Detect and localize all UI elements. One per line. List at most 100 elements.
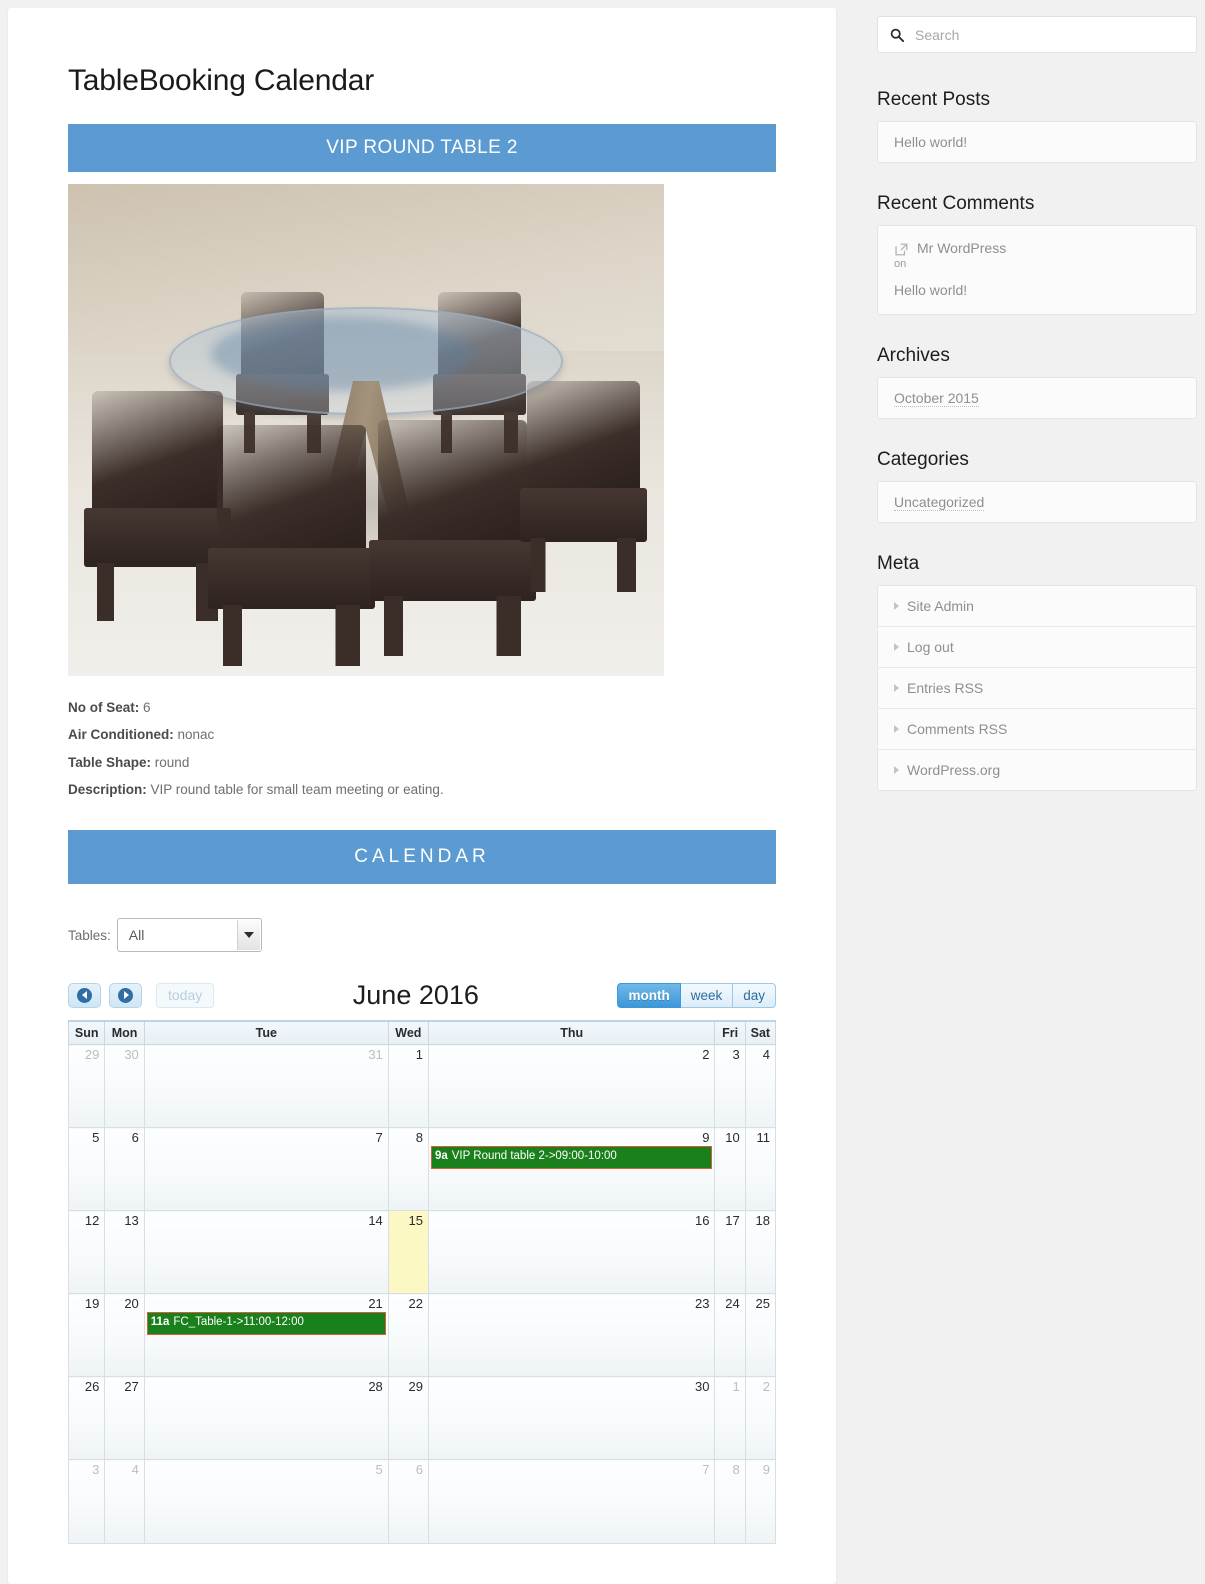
calendar-day-cell[interactable]: 18 xyxy=(744,1210,777,1294)
calendar-day-number: 10 xyxy=(725,1130,740,1145)
calendar-day-cell[interactable]: 7 xyxy=(143,1127,389,1211)
calendar-day-cell[interactable]: 3 xyxy=(714,1044,746,1128)
calendar-next-button[interactable] xyxy=(109,982,142,1008)
widget-title-categories: Categories xyxy=(877,449,969,470)
calendar-day-number: 31 xyxy=(368,1047,383,1062)
calendar-day-number: 6 xyxy=(415,1462,423,1477)
calendar-day-cell[interactable]: 2 xyxy=(427,1044,716,1128)
calendar-band: CALENDAR xyxy=(68,830,776,884)
calendar-day-cell[interactable]: 31 xyxy=(143,1044,389,1128)
calendar-day-cell[interactable]: 3 xyxy=(67,1459,106,1544)
calendar-view-month[interactable]: month xyxy=(617,982,681,1008)
archive-item[interactable]: October 2015 xyxy=(878,378,1196,418)
calendar-day-cell[interactable]: 6 xyxy=(104,1127,145,1211)
search-input[interactable] xyxy=(913,25,1184,44)
calendar-day-number: 16 xyxy=(695,1213,710,1228)
calendar-week-row: 5 6 7 8 9 9a VIP Round table 2->09:00-10:00 10 1… xyxy=(67,1127,777,1211)
calendar-toolbar: today June 2016 month week day xyxy=(68,978,776,1012)
calendar-day-number: 21 xyxy=(368,1296,383,1311)
calendar-day-cell[interactable]: 16 xyxy=(427,1210,716,1294)
meta-item-comments-rss[interactable]: Comments RSS xyxy=(878,709,1196,750)
calendar-day-cell[interactable]: 26 xyxy=(67,1376,106,1460)
calendar-day-cell[interactable]: 8 xyxy=(387,1127,429,1211)
calendar-day-cell[interactable]: 20 xyxy=(104,1293,145,1377)
calendar-day-number: 12 xyxy=(84,1213,100,1228)
calendar-day-cell[interactable]: 6 xyxy=(387,1459,429,1544)
calendar-day-cell[interactable]: 12 xyxy=(67,1210,106,1294)
calendar-day-cell[interactable]: 21 11a FC_Table-1->11:00-12:00 xyxy=(143,1293,389,1377)
comment-post-link[interactable]: Hello world! xyxy=(894,282,1180,298)
chevron-down-icon[interactable] xyxy=(236,920,260,950)
widget-archives: October 2015 xyxy=(877,377,1197,419)
calendar-day-cell[interactable]: 5 xyxy=(143,1459,389,1544)
page-root: TableBooking Calendar VIP ROUND TABLE 2 … xyxy=(0,0,1205,1584)
calendar-day-number: 11 xyxy=(756,1130,771,1145)
calendar-day-cell[interactable]: 5 xyxy=(67,1127,106,1211)
category-item[interactable]: Uncategorized xyxy=(878,482,1196,522)
calendar-day-cell[interactable]: 22 xyxy=(387,1293,429,1377)
calendar-event[interactable]: 11a FC_Table-1->11:00-12:00 xyxy=(146,1312,386,1335)
chevron-left-icon xyxy=(77,987,92,1003)
table-photo xyxy=(68,184,664,676)
calendar-day-cell[interactable]: 9 xyxy=(744,1459,777,1544)
calendar-day-cell[interactable]: 15 xyxy=(387,1210,429,1294)
calendar-today-button[interactable]: today xyxy=(156,982,215,1008)
calendar-event[interactable]: 9a VIP Round table 2->09:00-10:00 xyxy=(430,1146,713,1169)
calendar-view-switcher: month week day xyxy=(617,982,776,1008)
recent-comment-item: Mr WordPress on Hello world! xyxy=(878,226,1196,314)
calendar-day-cell[interactable]: 28 xyxy=(143,1376,389,1460)
calendar-title-wrap: June 2016 xyxy=(214,978,617,1012)
calendar-day-cell[interactable]: 25 xyxy=(744,1293,777,1377)
calendar-day-cell[interactable]: 30 xyxy=(427,1376,716,1460)
comment-on-label: on xyxy=(894,258,907,270)
calendar-view-week[interactable]: week xyxy=(680,982,734,1008)
calendar-day-cell[interactable]: 17 xyxy=(714,1210,746,1294)
calendar-day-cell[interactable]: 29 xyxy=(387,1376,429,1460)
meta-item-entries-rss[interactable]: Entries RSS xyxy=(878,668,1196,709)
calendar-day-cell[interactable]: 8 xyxy=(714,1459,746,1544)
calendar-prev-button[interactable] xyxy=(68,982,101,1008)
detail-label: Air Conditioned: xyxy=(68,727,174,743)
calendar-day-cell[interactable]: 24 xyxy=(714,1293,746,1377)
calendar-view-day[interactable]: day xyxy=(733,982,776,1008)
calendar-day-number: 28 xyxy=(368,1379,383,1394)
calendar-day-cell[interactable]: 10 xyxy=(714,1127,746,1211)
calendar-day-cell[interactable]: 2 xyxy=(744,1376,777,1460)
calendar-week-row: 26 27 28 29 30 1 2 xyxy=(67,1376,777,1460)
calendar-day-number: 30 xyxy=(695,1379,710,1394)
meta-item-wordpress-org[interactable]: WordPress.org xyxy=(878,750,1196,790)
meta-item-label: Entries RSS xyxy=(907,680,984,696)
calendar-day-number: 6 xyxy=(131,1130,139,1145)
calendar-day-cell[interactable]: 7 xyxy=(427,1459,716,1544)
comment-author[interactable]: Mr WordPress xyxy=(917,240,1006,256)
calendar-day-cell[interactable]: 30 xyxy=(104,1044,145,1128)
meta-item-site-admin[interactable]: Site Admin xyxy=(878,586,1196,627)
recent-post-item[interactable]: Hello world! xyxy=(878,122,1196,162)
calendar-day-cell[interactable]: 9 9a VIP Round table 2->09:00-10:00 xyxy=(427,1127,716,1211)
detail-row-table-shape: Table Shape: round xyxy=(68,753,776,773)
calendar-body: 29 30 31 1 2 3 4 5 6 7 8 9 9a VIP Round table 2->09:0… xyxy=(67,1044,777,1544)
calendar-day-cell[interactable]: 4 xyxy=(744,1044,777,1128)
calendar-day-cell[interactable]: 1 xyxy=(387,1044,429,1128)
calendar-day-cell[interactable]: 19 xyxy=(67,1293,106,1377)
triangle-right-icon xyxy=(894,602,899,610)
triangle-right-icon xyxy=(894,643,899,651)
calendar-day-number: 9 xyxy=(762,1462,770,1477)
calendar-day-cell[interactable]: 23 xyxy=(427,1293,716,1377)
calendar-day-cell[interactable]: 29 xyxy=(67,1044,106,1128)
calendar-day-cell[interactable]: 1 xyxy=(714,1376,746,1460)
calendar-day-cell[interactable]: 13 xyxy=(104,1210,145,1294)
calendar-day-cell[interactable]: 4 xyxy=(104,1459,145,1544)
meta-item-log-out[interactable]: Log out xyxy=(878,627,1196,668)
tables-select[interactable]: All xyxy=(116,918,262,952)
calendar-day-cell[interactable]: 27 xyxy=(104,1376,145,1460)
calendar-day-number: 17 xyxy=(725,1213,740,1228)
search-box[interactable] xyxy=(877,16,1197,53)
calendar-event-time: 11a xyxy=(150,1316,170,1328)
detail-label: Table Shape: xyxy=(68,754,152,770)
calendar-day-cell[interactable]: 11 xyxy=(744,1127,777,1211)
calendar-day-number: 1 xyxy=(415,1047,423,1062)
chair-right xyxy=(520,380,647,592)
calendar-day-cell[interactable]: 14 xyxy=(143,1210,389,1294)
calendar-week-row: 19 20 21 11a FC_Table-1->11:00-12:00 22 23 24 25 xyxy=(67,1293,777,1377)
